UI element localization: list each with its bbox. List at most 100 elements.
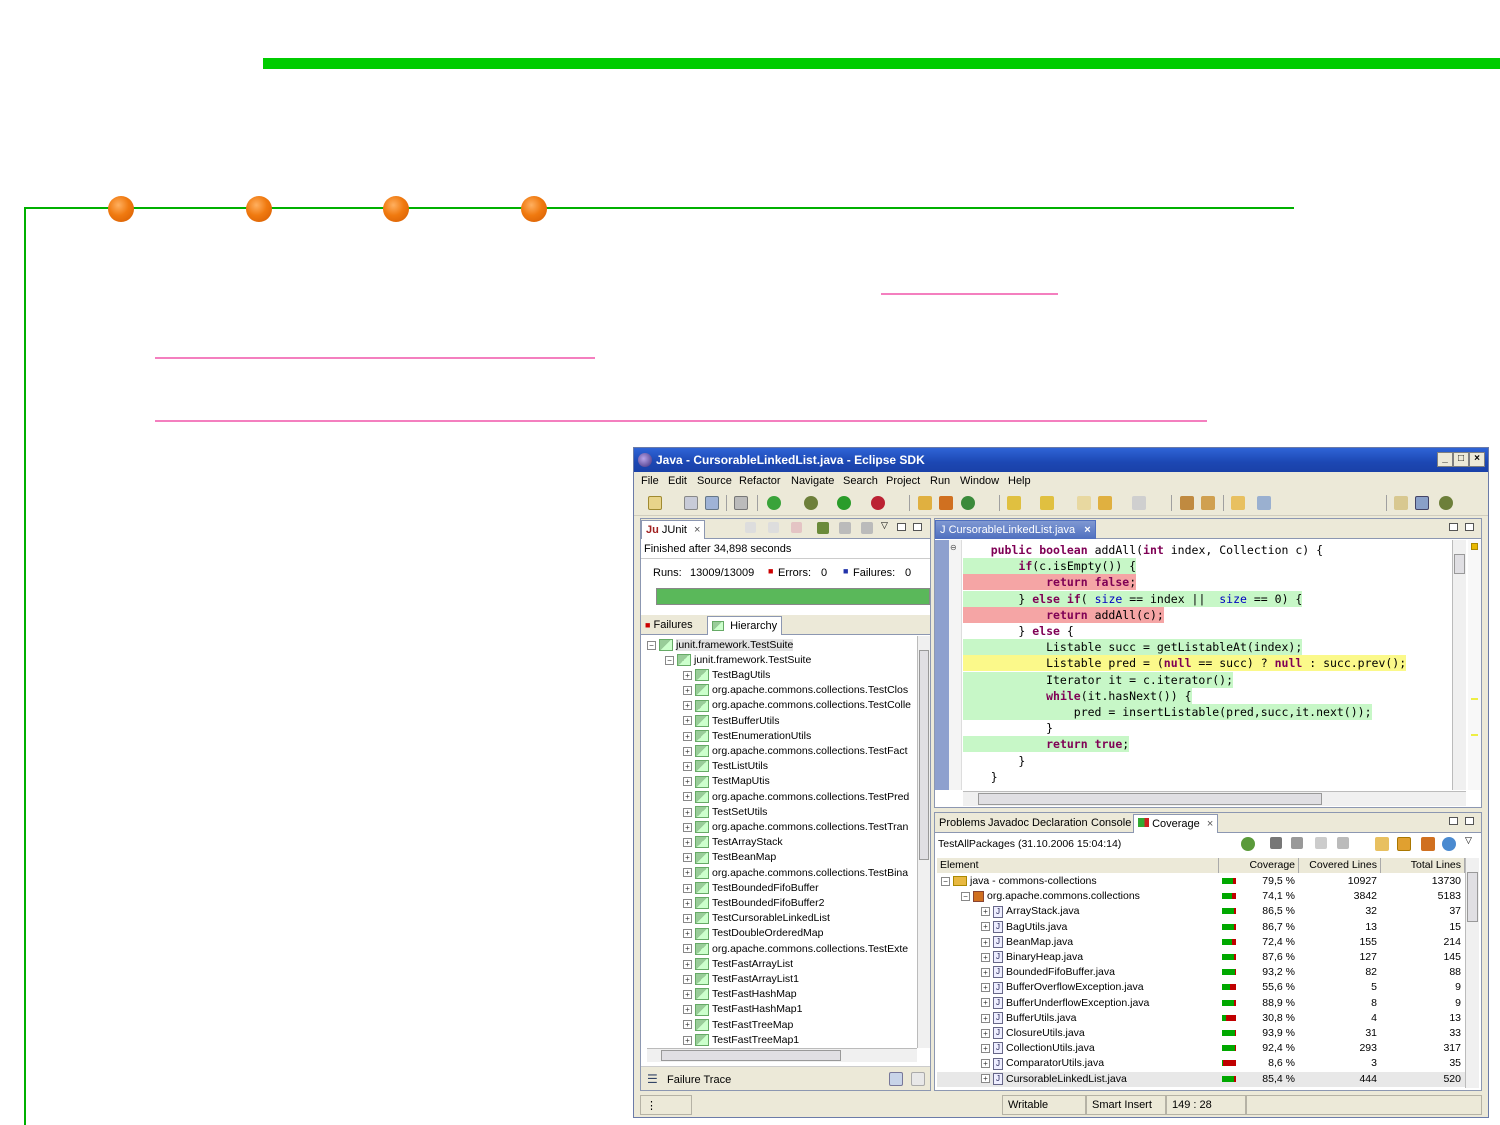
test-tree-item[interactable]: + TestSetUtils <box>683 805 767 820</box>
menu-help[interactable]: Help <box>1008 475 1031 487</box>
expand-icon[interactable]: + <box>981 967 990 977</box>
expand-icon[interactable]: + <box>981 952 990 962</box>
expand-icon[interactable]: + <box>981 998 990 1008</box>
open-type-icon[interactable] <box>1180 496 1194 510</box>
select-session-icon[interactable] <box>1337 837 1349 849</box>
editor-vertical-scrollbar[interactable] <box>1452 540 1466 790</box>
test-tree-item[interactable]: + TestFastHashMap1 <box>683 1002 802 1017</box>
expand-icon[interactable]: + <box>981 1059 990 1069</box>
tree-vertical-scrollbar[interactable] <box>917 636 930 1048</box>
test-tree-item[interactable]: + TestEnumerationUtils <box>683 729 811 744</box>
compare-icon[interactable] <box>911 1072 925 1086</box>
test-tree-item[interactable]: + org.apache.commons.collections.TestClos <box>683 683 908 698</box>
code-line[interactable]: pred = insertListable(pred,succ,it.next(… <box>963 704 1372 720</box>
test-hierarchy-tree[interactable]: − junit.framework.TestSuite − junit.framew… <box>647 636 917 1048</box>
test-tree-item[interactable]: + org.apache.commons.collections.TestPred <box>683 790 909 805</box>
new-icon[interactable] <box>648 496 662 510</box>
back-icon[interactable] <box>1098 496 1112 510</box>
expand-icon[interactable]: + <box>981 907 990 917</box>
expand-icon[interactable]: + <box>683 868 692 878</box>
maximize-view-icon[interactable] <box>1465 523 1474 531</box>
test-tree-item[interactable]: + org.apache.commons.collections.TestColl… <box>683 698 911 713</box>
coverage-row[interactable]: + J ComparatorUtils.java 8,6 % 3 35 <box>937 1056 1465 1071</box>
menu-window[interactable]: Window <box>960 475 999 487</box>
run-icon[interactable] <box>837 496 851 510</box>
menu-project[interactable]: Project <box>886 475 920 487</box>
expand-icon[interactable]: + <box>683 685 692 695</box>
test-tree-item[interactable]: + org.apache.commons.collections.TestFact <box>683 744 908 759</box>
test-tree-item[interactable]: + TestMapUtis <box>683 774 770 789</box>
coverage-row[interactable]: + J BufferUnderflowException.java 88,9 % 8 9 <box>937 996 1465 1011</box>
expand-icon[interactable]: + <box>683 761 692 771</box>
mark-occurrences-icon[interactable] <box>1231 496 1245 510</box>
menu-file[interactable]: File <box>641 475 659 487</box>
remove-all-sessions-icon[interactable] <box>1291 837 1303 849</box>
scroll-thumb[interactable] <box>1467 872 1478 922</box>
expand-icon[interactable]: + <box>683 853 692 863</box>
tab-failures[interactable]: ■ Failures <box>641 616 697 635</box>
merge-sessions-icon[interactable] <box>1315 837 1327 849</box>
test-tree-item[interactable]: + org.apache.commons.collections.TestTran <box>683 820 908 835</box>
new-package-icon[interactable] <box>939 496 953 510</box>
show-packages-icon[interactable] <box>1421 837 1435 851</box>
coverage-run-icon[interactable] <box>767 496 781 510</box>
expand-icon[interactable]: + <box>683 1005 692 1015</box>
expand-icon[interactable]: + <box>981 922 990 932</box>
expand-icon[interactable]: + <box>683 1035 692 1045</box>
expand-icon[interactable]: + <box>981 1013 990 1023</box>
minimize-view-icon[interactable] <box>897 523 906 531</box>
test-tree-item[interactable]: + TestFastHashMap <box>683 987 797 1002</box>
code-line[interactable]: if(c.isEmpty()) { <box>963 558 1137 575</box>
close-icon[interactable]: × <box>1207 818 1213 830</box>
code-line[interactable]: Listable succ = getListableAt(index); <box>963 639 1303 656</box>
expand-icon[interactable]: + <box>683 822 692 832</box>
coverage-row[interactable]: + J BagUtils.java 86,7 % 13 15 <box>937 920 1465 935</box>
coverage-vertical-scrollbar[interactable] <box>1465 858 1479 1088</box>
print-icon[interactable] <box>705 496 719 510</box>
maximize-view-icon[interactable] <box>1465 817 1474 825</box>
stop-icon[interactable] <box>791 522 802 533</box>
expand-icon[interactable]: + <box>683 731 692 741</box>
collapse-icon[interactable]: − <box>941 876 950 886</box>
expand-icon[interactable]: + <box>683 974 692 984</box>
relaunch-icon[interactable] <box>1241 837 1255 851</box>
view-menu-icon[interactable]: ▽ <box>1465 835 1472 846</box>
coverage-row[interactable]: + J BoundedFifoBuffer.java 93,2 % 82 88 <box>937 965 1465 980</box>
scroll-thumb[interactable] <box>1454 554 1465 574</box>
editor-horizontal-scrollbar[interactable] <box>963 791 1466 806</box>
test-tree-item[interactable]: + TestBagUtils <box>683 668 770 683</box>
scroll-thumb[interactable] <box>661 1050 841 1061</box>
code-line[interactable]: public boolean addAll(int index, Collect… <box>963 542 1323 558</box>
previous-failure-icon[interactable] <box>768 522 779 533</box>
expand-icon[interactable]: + <box>683 807 692 817</box>
coverage-row[interactable]: + J CursorableLinkedList.java 85,4 % 444 520 <box>937 1071 1465 1087</box>
coverage-row[interactable]: + J BufferOverflowException.java 55,6 % 5 9 <box>937 980 1465 995</box>
expand-icon[interactable]: + <box>683 913 692 923</box>
expand-icon[interactable]: + <box>683 898 692 908</box>
coverage-row[interactable]: − org.apache.commons.collections 74,1 % 384… <box>937 889 1465 904</box>
code-line[interactable]: } <box>963 720 1053 736</box>
fold-icon[interactable]: ⊖ <box>950 543 957 552</box>
col-coverage[interactable]: Coverage <box>1219 858 1299 873</box>
expand-icon[interactable]: + <box>981 1043 990 1053</box>
tab-javadoc[interactable]: Javadoc <box>984 814 1033 833</box>
maximize-button[interactable]: □ <box>1453 452 1469 467</box>
expand-icon[interactable]: + <box>683 777 692 787</box>
tree-child-suite[interactable]: − junit.framework.TestSuite <box>665 653 811 668</box>
code-line[interactable]: } else if( size == index || size == 0) { <box>963 590 1303 607</box>
col-covered-lines[interactable]: Covered Lines <box>1299 858 1381 873</box>
previous-annotation-icon[interactable] <box>1040 496 1054 510</box>
coverage-row[interactable]: + J BinaryHeap.java 87,6 % 127 145 <box>937 950 1465 965</box>
tab-hierarchy[interactable]: Hierarchy <box>707 616 783 635</box>
expand-icon[interactable]: + <box>683 959 692 969</box>
code-line[interactable]: return addAll(c); <box>963 606 1164 623</box>
open-perspective-icon[interactable] <box>1394 496 1408 510</box>
col-element[interactable]: Element <box>937 858 1219 873</box>
code-line[interactable]: } <box>963 769 998 785</box>
menu-navigate[interactable]: Navigate <box>791 475 834 487</box>
tab-problems[interactable]: Problems <box>935 814 989 833</box>
code-line[interactable]: while(it.hasNext()) { <box>963 687 1192 704</box>
expand-icon[interactable]: + <box>683 746 692 756</box>
debug-icon[interactable] <box>804 496 818 510</box>
test-tree-item[interactable]: + TestArrayStack <box>683 835 783 850</box>
